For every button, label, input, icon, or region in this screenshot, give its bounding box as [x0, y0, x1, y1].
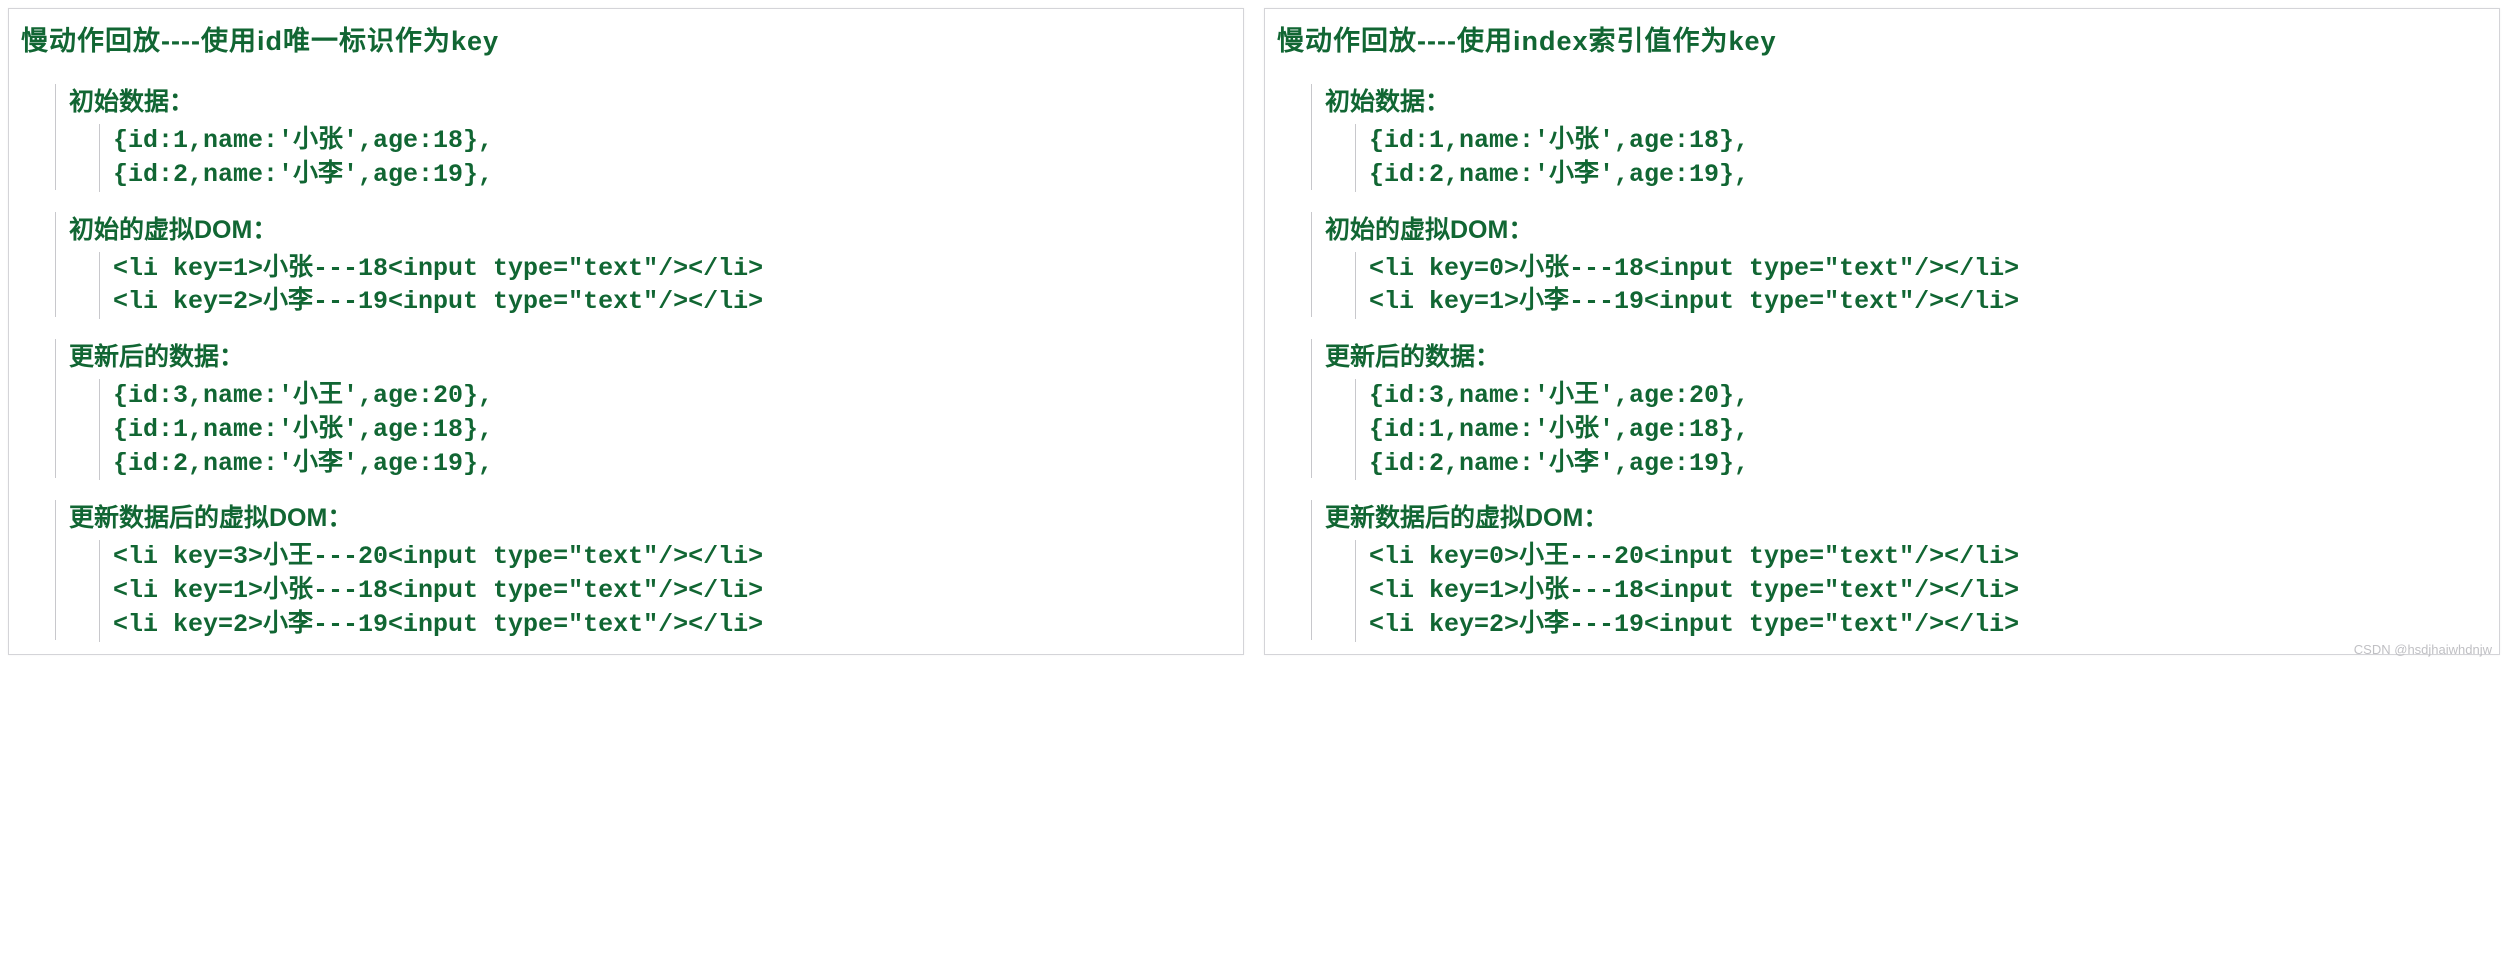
left-section-initial-data: 初始数据： {id:1,name:'小张',age:18}, {id:2,nam… — [69, 82, 1231, 192]
right-section-updated-data: 更新后的数据： {id:3,name:'小王',age:20}, {id:1,n… — [1325, 337, 2487, 480]
right-section-updated-vdom: 更新数据后的虚拟DOM： <li key=0>小王---20<input typ… — [1325, 498, 2487, 641]
section-heading: 初始的虚拟DOM： — [1325, 210, 2487, 246]
data-line: {id:1,name:'小张',age:18}, — [113, 124, 1231, 158]
dom-line: <li key=2>小李---19<input type="text"/></l… — [1369, 608, 2487, 642]
dom-line: <li key=0>小王---20<input type="text"/></l… — [1369, 540, 2487, 574]
right-section-initial-data: 初始数据： {id:1,name:'小张',age:18}, {id:2,nam… — [1325, 82, 2487, 192]
section-heading: 更新数据后的虚拟DOM： — [1325, 498, 2487, 534]
right-section-initial-vdom: 初始的虚拟DOM： <li key=0>小张---18<input type="… — [1325, 210, 2487, 320]
left-section-updated-data: 更新后的数据： {id:3,name:'小王',age:20}, {id:1,n… — [69, 337, 1231, 480]
section-heading: 更新后的数据： — [1325, 337, 2487, 373]
dom-line: <li key=1>小李---19<input type="text"/></l… — [1369, 285, 2487, 319]
dom-line: <li key=0>小张---18<input type="text"/></l… — [1369, 252, 2487, 286]
section-heading: 初始数据： — [69, 82, 1231, 118]
right-panel: 慢动作回放----使用index索引值作为key 初始数据： {id:1,nam… — [1264, 8, 2500, 655]
dom-line: <li key=1>小张---18<input type="text"/></l… — [113, 252, 1231, 286]
data-line: {id:2,name:'小李',age:19}, — [113, 158, 1231, 192]
data-line: {id:2,name:'小李',age:19}, — [113, 447, 1231, 481]
data-line: {id:2,name:'小李',age:19}, — [1369, 158, 2487, 192]
dom-line: <li key=1>小张---18<input type="text"/></l… — [1369, 574, 2487, 608]
data-line: {id:2,name:'小李',age:19}, — [1369, 447, 2487, 481]
dom-line: <li key=2>小李---19<input type="text"/></l… — [113, 285, 1231, 319]
left-section-updated-vdom: 更新数据后的虚拟DOM： <li key=3>小王---20<input typ… — [69, 498, 1231, 641]
left-panel: 慢动作回放----使用id唯一标识作为key 初始数据： {id:1,name:… — [8, 8, 1244, 655]
data-line: {id:1,name:'小张',age:18}, — [113, 413, 1231, 447]
dom-line: <li key=1>小张---18<input type="text"/></l… — [113, 574, 1231, 608]
section-heading: 初始数据： — [1325, 82, 2487, 118]
data-line: {id:3,name:'小王',age:20}, — [113, 379, 1231, 413]
section-heading: 更新后的数据： — [69, 337, 1231, 373]
data-line: {id:1,name:'小张',age:18}, — [1369, 413, 2487, 447]
data-line: {id:3,name:'小王',age:20}, — [1369, 379, 2487, 413]
dom-line: <li key=2>小李---19<input type="text"/></l… — [113, 608, 1231, 642]
watermark-text: CSDN @hsdjhaiwhdnjw — [2354, 642, 2492, 657]
dom-line: <li key=3>小王---20<input type="text"/></l… — [113, 540, 1231, 574]
section-heading: 初始的虚拟DOM： — [69, 210, 1231, 246]
section-heading: 更新数据后的虚拟DOM： — [69, 498, 1231, 534]
data-line: {id:1,name:'小张',age:18}, — [1369, 124, 2487, 158]
right-title: 慢动作回放----使用index索引值作为key — [1277, 19, 2487, 58]
left-title: 慢动作回放----使用id唯一标识作为key — [21, 19, 1231, 58]
left-section-initial-vdom: 初始的虚拟DOM： <li key=1>小张---18<input type="… — [69, 210, 1231, 320]
